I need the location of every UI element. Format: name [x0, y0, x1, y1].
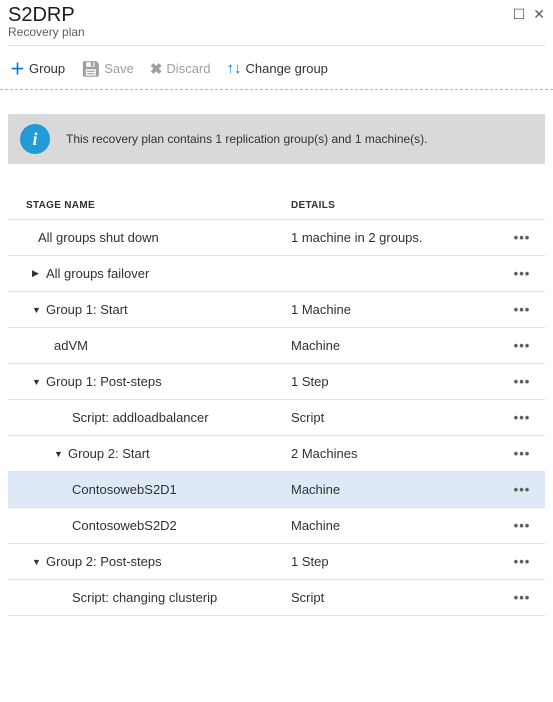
page-subtitle: Recovery plan: [8, 25, 85, 39]
chevron-right-icon[interactable]: ▶: [32, 268, 46, 279]
stage-name-cell: ▼Group 1: Start: [8, 302, 291, 317]
table-row[interactable]: Script: changing clusterip Script•••: [8, 580, 545, 616]
stage-name-cell: ContosowebS2D2: [8, 518, 291, 533]
maximize-icon[interactable]: ☐: [513, 6, 526, 23]
row-actions-button[interactable]: •••: [509, 554, 535, 569]
details-cell: Machine: [291, 338, 509, 353]
page-title: S2DRP: [8, 4, 85, 27]
row-actions-button[interactable]: •••: [509, 482, 535, 497]
details-cell: 1 Machine: [291, 302, 509, 317]
stage-name-label: ContosowebS2D2: [72, 518, 177, 533]
stage-name-label: All groups shut down: [38, 230, 159, 245]
details-cell: 2 Machines: [291, 446, 509, 461]
table-row[interactable]: ▼Group 2: Post-steps1 Step•••: [8, 544, 545, 580]
stage-name-label: Group 1: Post-steps: [46, 374, 162, 389]
stage-name-cell: ▶All groups failover: [8, 266, 291, 281]
stage-name-cell: adVM: [8, 338, 291, 353]
chevron-down-icon[interactable]: ▼: [32, 305, 46, 315]
change-group-button-label: Change group: [246, 61, 328, 76]
details-cell: Script: [291, 590, 509, 605]
save-button-label: Save: [104, 61, 134, 76]
row-actions-button[interactable]: •••: [509, 302, 535, 317]
stage-name-cell: ▼Group 2: Post-steps: [8, 554, 291, 569]
stage-name-label: Script: changing clusterip: [72, 590, 217, 605]
details-cell: Script: [291, 410, 509, 425]
row-actions-button[interactable]: •••: [509, 446, 535, 461]
stage-name-label: All groups failover: [46, 266, 149, 281]
row-actions-button[interactable]: •••: [509, 590, 535, 605]
stage-name-cell: All groups shut down: [8, 230, 291, 245]
chevron-down-icon[interactable]: ▼: [32, 557, 46, 567]
page-header: S2DRP Recovery plan ☐ ✕: [0, 0, 553, 50]
window-controls: ☐ ✕: [513, 4, 545, 23]
table-header: STAGE NAME DETAILS: [8, 192, 545, 220]
stage-name-cell: ▼Group 1: Post-steps: [8, 374, 291, 389]
details-cell: 1 machine in 2 groups.: [291, 230, 509, 245]
details-cell: 1 Step: [291, 374, 509, 389]
swap-icon: ↑↓: [227, 60, 242, 77]
stage-name-cell: ContosowebS2D1: [8, 482, 291, 497]
row-actions-button[interactable]: •••: [509, 410, 535, 425]
row-actions-button[interactable]: •••: [509, 230, 535, 245]
table-row[interactable]: All groups shut down 1 machine in 2 group…: [8, 220, 545, 256]
table-row[interactable]: ContosowebS2D1 Machine•••: [8, 472, 545, 508]
save-button[interactable]: 💾︎ Save: [81, 60, 134, 78]
toolbar: ＋ Group 💾︎ Save ✖ Discard ↑↓ Change grou…: [0, 50, 553, 90]
stage-name-label: Group 1: Start: [46, 302, 128, 317]
table-row[interactable]: ▼Group 2: Start2 Machines•••: [8, 436, 545, 472]
stage-name-label: adVM: [54, 338, 88, 353]
group-button[interactable]: ＋ Group: [10, 58, 65, 79]
info-icon: i: [20, 124, 50, 154]
discard-icon: ✖: [150, 60, 163, 78]
column-header-details: DETAILS: [291, 200, 537, 211]
group-button-label: Group: [29, 61, 65, 76]
stage-name-cell: Script: changing clusterip: [8, 590, 291, 605]
header-divider: [8, 45, 545, 46]
discard-button[interactable]: ✖ Discard: [150, 60, 211, 78]
details-cell: 1 Step: [291, 554, 509, 569]
table-row[interactable]: ▼Group 1: Start1 Machine•••: [8, 292, 545, 328]
stage-name-label: Group 2: Post-steps: [46, 554, 162, 569]
change-group-button[interactable]: ↑↓ Change group: [227, 60, 328, 77]
stage-name-label: Group 2: Start: [68, 446, 150, 461]
chevron-down-icon[interactable]: ▼: [54, 449, 68, 459]
stage-name-label: Script: addloadbalancer: [72, 410, 209, 425]
table-row[interactable]: ContosowebS2D2 Machine•••: [8, 508, 545, 544]
chevron-down-icon[interactable]: ▼: [32, 377, 46, 387]
plus-icon: ＋: [10, 58, 25, 79]
column-header-name: STAGE NAME: [26, 200, 291, 211]
row-actions-button[interactable]: •••: [509, 266, 535, 281]
row-actions-button[interactable]: •••: [509, 518, 535, 533]
save-icon: 💾︎: [81, 60, 100, 78]
table-row[interactable]: Script: addloadbalancer Script•••: [8, 400, 545, 436]
table-row[interactable]: ▶All groups failover •••: [8, 256, 545, 292]
details-cell: Machine: [291, 482, 509, 497]
table-row[interactable]: adVM Machine•••: [8, 328, 545, 364]
table-row[interactable]: ▼Group 1: Post-steps1 Step•••: [8, 364, 545, 400]
info-banner: i This recovery plan contains 1 replicat…: [8, 114, 545, 164]
stage-name-cell: Script: addloadbalancer: [8, 410, 291, 425]
details-cell: Machine: [291, 518, 509, 533]
discard-button-label: Discard: [166, 61, 210, 76]
stage-table: STAGE NAME DETAILS All groups shut down 1…: [8, 192, 545, 616]
info-banner-text: This recovery plan contains 1 replicatio…: [66, 132, 428, 146]
stage-name-label: ContosowebS2D1: [72, 482, 177, 497]
row-actions-button[interactable]: •••: [509, 374, 535, 389]
row-actions-button[interactable]: •••: [509, 338, 535, 353]
close-icon[interactable]: ✕: [533, 6, 545, 23]
stage-name-cell: ▼Group 2: Start: [8, 446, 291, 461]
